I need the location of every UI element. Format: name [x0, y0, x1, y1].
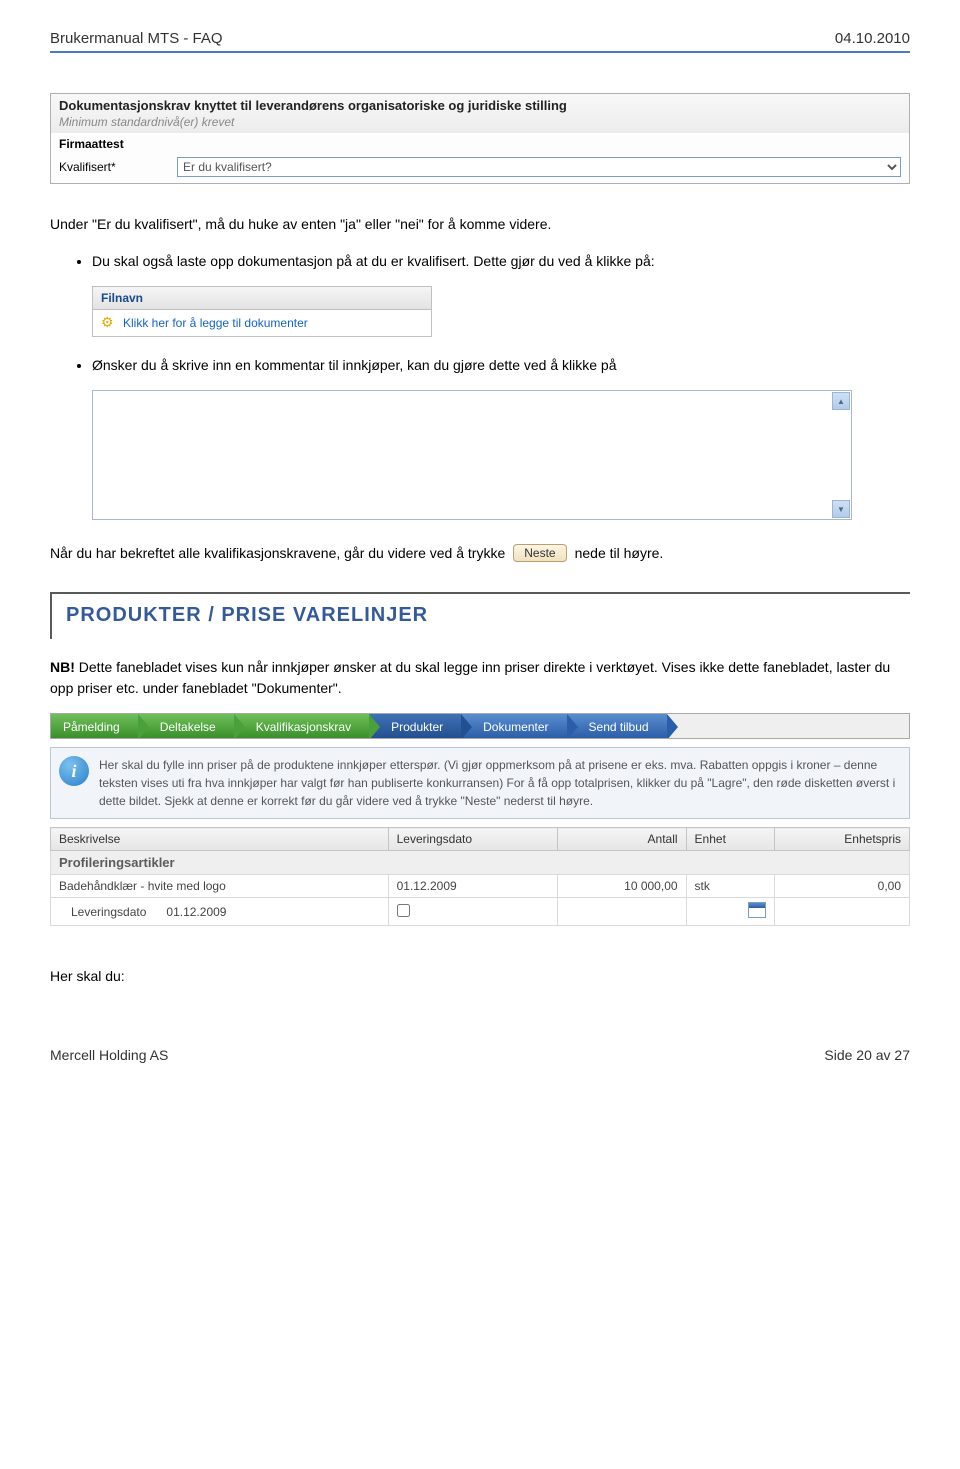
doc-header: Brukermanual MTS - FAQ 04.10.2010: [50, 30, 910, 53]
section-title: PRODUKTER / PRISE VARELINJER: [52, 594, 910, 639]
file-upload-panel: Filnavn Klikk her for å legge til dokume…: [92, 286, 432, 337]
firmaattest-label: Firmaattest: [59, 137, 124, 151]
calendar-icon[interactable]: [748, 902, 766, 918]
step-kvalifikasjonskrav[interactable]: Kvalifikasjonskrav: [234, 714, 369, 738]
info-text: Her skal du fylle inn priser på de produ…: [99, 756, 901, 810]
footer-right: Side 20 av 27: [824, 1047, 910, 1063]
kvalifisert-label: Kvalifisert*: [59, 160, 169, 174]
step-pamelding[interactable]: Påmelding: [51, 714, 138, 738]
step-send-tilbud[interactable]: Send tilbud: [567, 714, 667, 738]
comment-textarea[interactable]: ▲ ▼: [92, 390, 852, 520]
grid-category: Profileringsartikler: [51, 851, 910, 875]
qualification-panel: Dokumentasjonskrav knyttet til leverandø…: [50, 93, 910, 184]
asterisk-icon: *: [111, 160, 116, 174]
file-panel-header: Filnavn: [93, 287, 431, 310]
paragraph-intro: Under "Er du kvalifisert", må du huke av…: [50, 214, 910, 235]
neste-button[interactable]: Neste: [513, 544, 566, 562]
col-beskrivelse: Beskrivelse: [51, 828, 389, 851]
cell-desc: Badehåndklær - hvite med logo: [51, 875, 389, 898]
col-leveringsdato: Leveringsdato: [388, 828, 557, 851]
step-produkter[interactable]: Produkter: [369, 714, 461, 738]
step-dokumenter[interactable]: Dokumenter: [461, 714, 566, 738]
kvalifisert-select[interactable]: Er du kvalifisert?: [177, 157, 901, 177]
info-icon: i: [59, 756, 89, 786]
cell-qty: 10 000,00: [557, 875, 686, 898]
product-grid: Beskrivelse Leveringsdato Antall Enhet E…: [50, 827, 910, 926]
table-row: Badehåndklær - hvite med logo 01.12.2009…: [51, 875, 910, 898]
panel-subtitle: Minimum standardnivå(er) krevet: [59, 113, 901, 133]
closing-text: Her skal du:: [50, 966, 910, 987]
col-antall: Antall: [557, 828, 686, 851]
panel-title: Dokumentasjonskrav knyttet til leverandø…: [59, 98, 901, 113]
bullet-write-comment: Ønsker du å skrive inn en kommentar til …: [92, 355, 910, 376]
step-deltakelse[interactable]: Deltakelse: [138, 714, 234, 738]
scroll-down-icon[interactable]: ▼: [832, 500, 850, 518]
wizard-steps: Påmelding Deltakelse Kvalifikasjonskrav …: [50, 713, 910, 739]
section-produkter: PRODUKTER / PRISE VARELINJER: [50, 592, 910, 639]
gear-icon: [101, 315, 117, 331]
doc-header-left: Brukermanual MTS - FAQ: [50, 30, 223, 47]
col-enhetspris: Enhetspris: [775, 828, 910, 851]
col-enhet: Enhet: [686, 828, 775, 851]
table-subrow: Leveringsdato 01.12.2009: [51, 898, 910, 926]
footer-left: Mercell Holding AS: [50, 1047, 168, 1063]
doc-header-right: 04.10.2010: [835, 30, 910, 47]
section-note: NB! Dette fanebladet vises kun når innkj…: [50, 657, 910, 709]
subrow-label: Leveringsdato: [71, 905, 146, 919]
subrow-date: 01.12.2009: [166, 905, 226, 919]
scroll-up-icon[interactable]: ▲: [832, 392, 850, 410]
info-box: i Her skal du fylle inn priser på de pro…: [50, 747, 910, 819]
add-documents-link[interactable]: Klikk her for å legge til dokumenter: [123, 316, 308, 330]
bullet-upload-docs: Du skal også laste opp dokumentasjon på …: [92, 251, 910, 272]
cell-unit: stk: [686, 875, 775, 898]
cell-date: 01.12.2009: [388, 875, 557, 898]
confirm-line: Når du har bekreftet alle kvalifikasjons…: [50, 544, 910, 562]
page-footer: Mercell Holding AS Side 20 av 27: [50, 1047, 910, 1063]
subrow-checkbox[interactable]: [397, 904, 410, 917]
cell-price[interactable]: 0,00: [775, 875, 910, 898]
